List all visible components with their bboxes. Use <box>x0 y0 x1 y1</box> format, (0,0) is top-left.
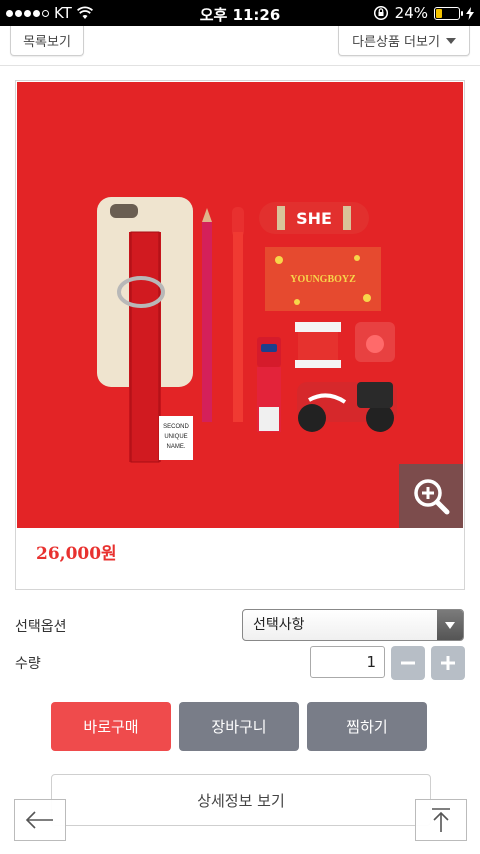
wishlist-button[interactable]: 찜하기 <box>307 702 427 751</box>
option-select[interactable]: 선택사항 <box>242 609 464 641</box>
quantity-input[interactable]: 1 <box>310 646 385 678</box>
view-details-button[interactable]: 상세정보 보기 <box>51 774 431 826</box>
more-products-label: 다른상품 더보기 <box>352 35 440 50</box>
option-select-value: 선택사항 <box>253 617 305 633</box>
quantity-label: 수량 <box>15 656 41 672</box>
top-nav: 목록보기 다른상품 더보기 <box>0 26 480 66</box>
wishlist-label: 찜하기 <box>346 718 388 736</box>
product-price: 26,000원 <box>36 544 117 564</box>
battery-fill <box>436 8 442 18</box>
caret-down-icon <box>445 37 456 44</box>
product-image[interactable]: SECOND UNIQUE NAME. SHE YOUNGBOYZ <box>17 82 463 528</box>
fingerboard-illustration: SHE <box>259 202 369 234</box>
plastic-bag-illustration <box>355 322 395 362</box>
battery-percent: 24% <box>394 4 428 22</box>
add-to-cart-label: 장바구니 <box>211 718 267 736</box>
scroll-top-button[interactable] <box>415 799 467 841</box>
rotation-lock-icon <box>373 5 388 21</box>
zoom-in-icon <box>414 479 450 515</box>
case-label-line-1: SECOND <box>163 424 189 430</box>
deck-print: SHE <box>296 209 332 228</box>
list-view-label: 목록보기 <box>23 35 71 50</box>
list-view-button[interactable]: 목록보기 <box>10 26 84 56</box>
quantity-minus-button[interactable] <box>391 646 425 680</box>
sticker-card-illustration: YOUNGBOYZ <box>265 247 381 311</box>
select-arrow <box>437 610 463 640</box>
arrow-left-icon <box>25 811 53 829</box>
buy-now-label: 바로구매 <box>83 718 139 736</box>
battery-icon <box>434 6 463 20</box>
quantity-plus-button[interactable] <box>431 646 465 680</box>
lip-balm-illustration <box>257 337 281 432</box>
option-label: 선택옵션 <box>15 619 67 635</box>
dropdown-arrow-icon <box>445 621 455 629</box>
zoom-button[interactable] <box>399 464 463 528</box>
charging-bolt-icon <box>466 6 474 20</box>
product-card: SECOND UNIQUE NAME. SHE YOUNGBOYZ 26,000… <box>15 80 465 590</box>
thread-spool-illustration <box>295 322 341 368</box>
pencil-illustration <box>202 208 212 422</box>
status-right: 24% <box>373 4 474 22</box>
buy-now-button[interactable]: 바로구매 <box>51 702 171 751</box>
product-photo-illustration: SECOND UNIQUE NAME. SHE YOUNGBOYZ <box>17 82 463 528</box>
minus-icon <box>401 661 415 665</box>
plus-icon <box>441 656 455 670</box>
back-button[interactable] <box>14 799 66 841</box>
add-to-cart-button[interactable]: 장바구니 <box>179 702 299 751</box>
pen-illustration <box>232 207 244 422</box>
card-print: YOUNGBOYZ <box>290 274 356 285</box>
view-details-label: 상세정보 보기 <box>197 791 285 810</box>
status-bar: KT 오후 11:26 24% <box>0 0 480 26</box>
arrow-up-to-top-icon <box>432 808 450 832</box>
case-label-line-2: UNIQUE <box>164 434 187 440</box>
case-label-line-3: NAME. <box>166 444 185 450</box>
more-products-button[interactable]: 다른상품 더보기 <box>338 26 470 56</box>
